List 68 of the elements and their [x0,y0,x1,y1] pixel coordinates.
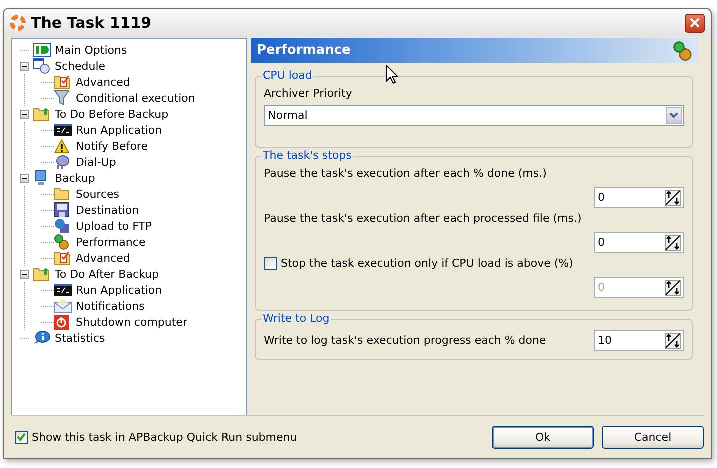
tree-item[interactable]: Statistics [53,332,108,344]
globe-disk-icon [54,218,70,234]
lifebuoy-icon [10,15,26,31]
folder-arrow-icon [33,266,51,282]
spin-arrows-icon[interactable] [665,234,681,250]
tree-item[interactable]: Schedule [53,60,108,72]
cursor-icon [386,65,398,84]
expander-toggle[interactable] [20,174,29,182]
expander-toggle[interactable] [20,110,29,118]
calendar-clock-icon [33,58,51,74]
funnel-icon [54,90,70,106]
window-title: The Task 1119 [31,14,153,32]
tree-item[interactable]: Run Application [74,124,164,136]
computer-icon [33,170,49,186]
tree-item[interactable]: To Do After Backup [53,268,162,280]
tree-item[interactable]: Notifications [74,300,147,312]
checklist-folder-icon [54,250,72,266]
spin-arrows-icon[interactable] [665,332,681,348]
gears-icon [54,234,70,250]
field-label: Pause the task's execution after each processed file (ms.) [264,212,583,225]
number-field[interactable]: 0 [594,232,684,253]
tree-item[interactable]: Destination [74,204,142,216]
tree-item[interactable]: Advanced [74,252,132,264]
group-title: CPU load [262,69,314,82]
tree-item[interactable]: Notify Before [74,140,150,152]
field-label: Archiver Priority [264,87,354,100]
plug-icon [54,154,70,170]
warning-icon [54,138,70,154]
ok-button[interactable]: Ok [492,426,594,448]
tree-item[interactable]: Sources [74,188,122,200]
expander-toggle[interactable] [20,62,29,70]
number-field[interactable]: 0 [594,187,684,208]
tree-item[interactable]: To Do Before Backup [53,108,171,120]
folder-arrow-icon [33,106,51,122]
chevron-down-icon [670,113,678,118]
panel-title: Performance [257,43,351,58]
priority-dropdown[interactable]: Normal [264,105,684,126]
spin-arrows-icon[interactable] [665,190,681,206]
checkbox-label: Show this task in APBackup Quick Run submenu [32,430,298,444]
gears-icon [673,40,693,60]
field-label: Write to log task's execution progress each % done [264,334,546,347]
group-title: The task's stops [262,149,353,162]
checklist-folder-icon [54,74,72,90]
tree-item[interactable]: Upload to FTP [74,220,154,232]
tree-item[interactable]: Backup [53,172,98,184]
cancel-button[interactable]: Cancel [602,426,704,448]
info-icon [33,331,51,345]
checkbox-label: Stop the task execution only if CPU load is above (%) [281,257,574,270]
console-icon [54,124,72,136]
group-title: Write to Log [262,312,331,325]
field-label: Pause the task's execution after each % done (ms.) [264,167,548,180]
tree-item[interactable]: Conditional execution [74,92,198,104]
folder-icon [54,187,70,201]
close-icon [690,18,700,28]
tree-item[interactable]: Main Options [53,44,130,56]
close-button[interactable] [685,14,705,32]
checkbox[interactable] [15,430,28,444]
power-icon [54,314,69,330]
envelope-icon [54,299,72,313]
expander-toggle[interactable] [20,270,29,278]
id-icon [33,43,51,57]
tree-item[interactable]: Dial-Up [74,156,118,168]
number-field[interactable]: 10 [594,330,684,351]
tree-item[interactable]: Performance [74,236,148,248]
console-icon [54,284,72,296]
tree-item[interactable]: Run Application [74,284,164,296]
tree-item[interactable]: Shutdown computer [74,316,190,328]
tree-item[interactable]: Advanced [74,76,132,88]
